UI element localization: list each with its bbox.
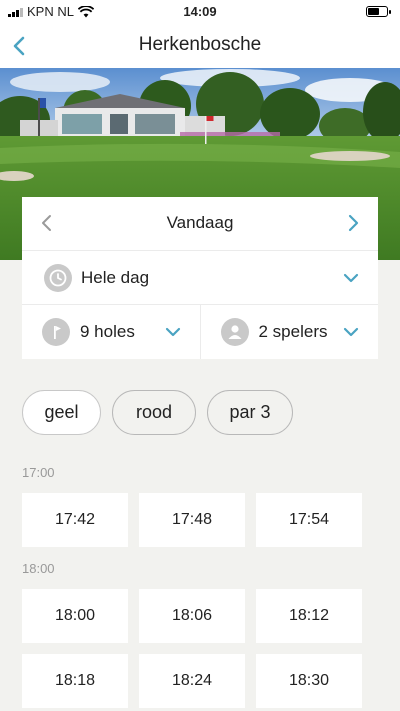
time-slot[interactable]: 18:12: [256, 589, 362, 643]
clock-time: 14:09: [183, 4, 217, 19]
chip-geel[interactable]: geel: [22, 390, 101, 435]
time-slot-grid: 17:42 17:48 17:54: [22, 493, 362, 547]
flag-icon: [42, 318, 70, 346]
time-group-label: 17:00: [22, 465, 55, 480]
time-slot[interactable]: 18:30: [256, 654, 362, 708]
chip-rood[interactable]: rood: [112, 390, 196, 435]
chip-par-3[interactable]: par 3: [207, 390, 293, 435]
nav-bar: Herkenbosche: [0, 24, 400, 68]
chevron-down-icon: [343, 273, 359, 283]
players-dropdown[interactable]: 2 spelers: [199, 305, 379, 359]
holes-value: 9 holes: [80, 322, 135, 341]
tee-filter-chips: geel rood par 3: [22, 390, 293, 435]
time-slot[interactable]: 17:42: [22, 493, 128, 547]
time-slot[interactable]: 18:00: [22, 589, 128, 643]
chevron-down-icon: [165, 327, 180, 337]
time-slot[interactable]: 18:18: [22, 654, 128, 708]
date-selector: Vandaag: [22, 197, 378, 251]
time-slot[interactable]: 18:24: [139, 654, 245, 708]
person-icon: [220, 318, 249, 346]
time-slot-grid: 18:00 18:06 18:12 18:18 18:24 18:30: [22, 589, 362, 708]
day-part-value: Hele dag: [81, 268, 150, 287]
page-title: Herkenbosche: [138, 34, 262, 55]
filter-card: Vandaag Hele dag 9 holes 2 spelers: [22, 197, 378, 359]
players-value: 2 spelers: [258, 322, 328, 341]
time-slot[interactable]: 18:06: [139, 589, 245, 643]
clock-icon: [44, 264, 72, 292]
date-label: Vandaag: [166, 213, 234, 232]
time-slot[interactable]: 17:48: [139, 493, 245, 547]
next-day-button[interactable]: [342, 212, 364, 234]
battery-icon: [366, 6, 391, 17]
day-part-dropdown[interactable]: Hele dag: [22, 251, 378, 305]
time-group-label: 18:00: [22, 561, 55, 576]
holes-dropdown[interactable]: 9 holes: [22, 305, 200, 359]
status-bar: KPN NL 14:09: [0, 0, 400, 24]
chevron-down-icon: [343, 327, 359, 337]
time-slot[interactable]: 17:54: [256, 493, 362, 547]
holes-players-row: 9 holes 2 spelers: [22, 305, 378, 359]
